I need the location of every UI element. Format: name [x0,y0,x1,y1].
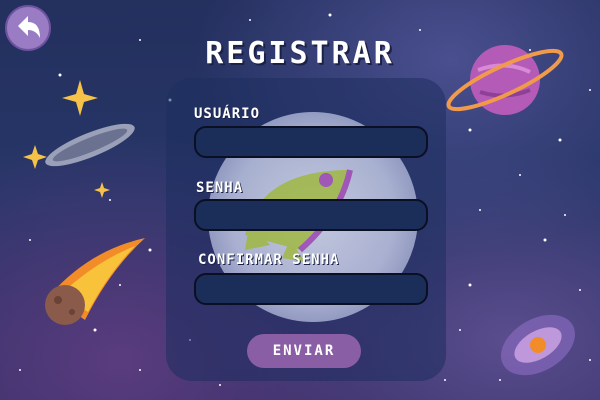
asteroid-ring-icon [45,123,135,167]
confirm-password-label: CONFIRMAR SENHA [198,252,340,268]
password-label: SENHA [196,180,244,196]
username-input[interactable] [194,126,428,158]
username-label: USUÁRIO [194,106,261,122]
confirm-password-input[interactable] [194,273,428,305]
password-input[interactable] [194,199,428,231]
galaxy-icon [501,314,575,376]
page-title: REGISTRAR [205,36,395,71]
submit-button[interactable]: ENVIAR [247,334,361,368]
meteor-icon [45,238,145,325]
